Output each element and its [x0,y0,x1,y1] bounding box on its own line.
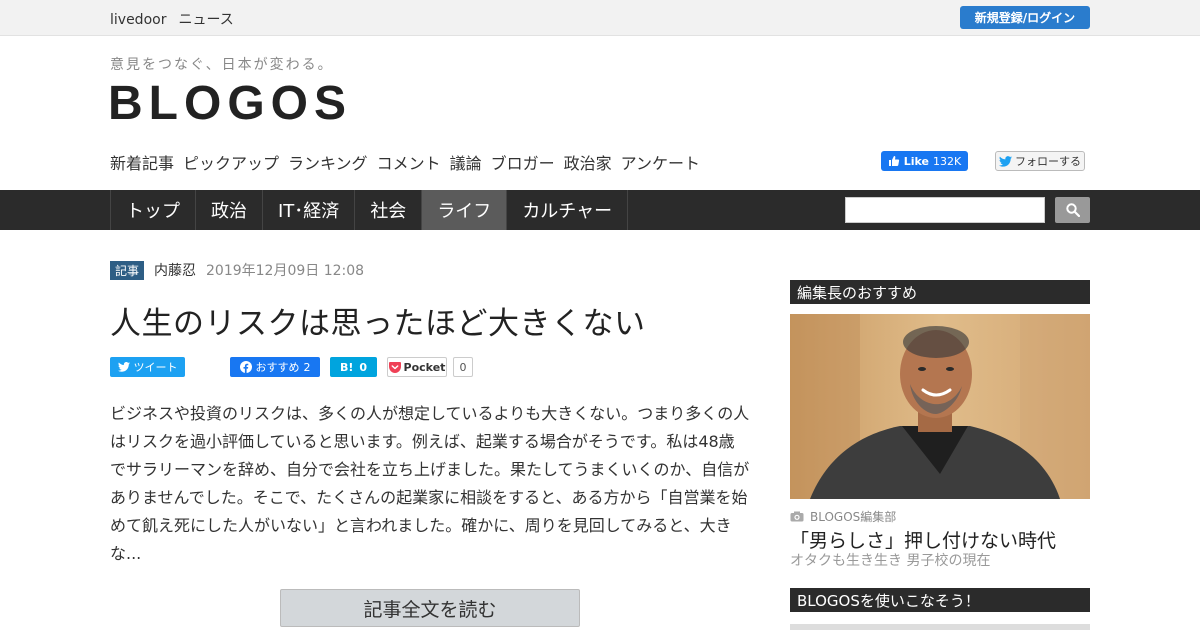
search-button[interactable] [1055,197,1090,223]
sub-navigation: 新着記事 ピックアップ ランキング コメント 議論 ブロガー 政治家 アンケート [110,150,700,174]
thumbs-up-icon [888,156,899,166]
read-full-article-button[interactable]: 記事全文を読む [280,589,580,627]
twitter-follow-label: フォローする [1015,155,1081,168]
subnav-ranking[interactable]: ランキング [288,150,368,174]
facebook-recommend-count: 2 [303,360,311,374]
hatena-label: B! [339,360,354,374]
facebook-recommend-button[interactable]: おすすめ 2 [230,357,320,377]
excerpt-line: めて飢え死にした人がいない」と言われました。確かに、周りを見回してみると、大き [110,516,732,535]
excerpt-line: ありませんでした。そこで、たくさんの起業家に相談をすると、ある方から「自営業を始 [110,488,748,507]
subnav-new-articles[interactable]: 新着記事 [110,150,174,174]
feature-photo-image [790,314,1090,499]
article-title: 人生のリスクは思ったほど大きくない [110,306,646,342]
editor-picks-heading: 編集長のおすすめ [790,280,1090,304]
feature-title[interactable]: 「男らしさ」押し付けない時代 [790,526,1056,553]
excerpt-line: はリスクを過小評価していると思います。例えば、起業する場合がそうです。私は48歳 [110,432,735,451]
search-icon [1065,203,1080,217]
top-bar: livedoor ニュース 新規登録/ログイン [0,0,1200,36]
facebook-recommend-label: おすすめ [255,361,300,374]
site-header: 意見をつなぐ、日本が変わる。 BLOGOS 新着記事 ピックアップ ランキング … [0,36,1200,190]
twitter-bird-icon [999,155,1012,167]
facebook-like-button[interactable]: Like 132K [881,151,968,171]
feature-subtitle[interactable]: オタクも生き生き 男子校の現在 [790,550,990,570]
twitter-follow-button[interactable]: フォローする [995,151,1085,171]
camera-icon [790,511,804,522]
tab-society[interactable]: 社会 [355,190,423,230]
feature-author-name[interactable]: BLOGOS編集部 [810,508,896,525]
site-brand[interactable]: livedoor ニュース [110,9,246,29]
site-tagline: 意見をつなぐ、日本が変わる。 [110,57,334,73]
tab-life[interactable]: ライフ [422,190,508,230]
subnav-debate[interactable]: 議論 [450,150,482,174]
main-navigation: トップ 政治 IT･経済 社会 ライフ カルチャー [0,190,1200,230]
register-login-button[interactable]: 新規登録/ログイン [960,6,1090,29]
pocket-button[interactable]: Pocket [387,357,447,377]
tab-it-economy[interactable]: IT･経済 [263,190,356,230]
excerpt-line: ビジネスや投資のリスクは、多くの人が想定しているよりも大きくない。つまり多くの人 [110,404,750,423]
tweet-label: ツイート [133,361,178,374]
article-type-badge: 記事 [110,260,145,280]
brand-livedoor[interactable]: livedoor [110,12,166,28]
tab-culture[interactable]: カルチャー [507,190,629,230]
subnav-survey[interactable]: アンケート [621,150,700,174]
pocket-label: Pocket [403,360,446,374]
subnav-politicians[interactable]: 政治家 [564,150,612,174]
brand-news[interactable]: ニュース [178,12,233,28]
use-blogos-heading: BLOGOSを使いこなそう！ [790,588,1090,612]
tab-top[interactable]: トップ [111,190,196,230]
feature-photo[interactable] [790,314,1090,499]
excerpt-line: な... [110,544,142,563]
article-author[interactable]: 内藤忍 [154,260,196,280]
pocket-count: 0 [453,357,473,377]
article-excerpt: ビジネスや投資のリスクは、多くの人が想定しているよりも大きくない。つまり多くの人… [110,400,755,568]
facebook-icon [239,361,252,373]
excerpt-line: でサラリーマンを辞め、自分で会社を立ち上げました。果たしてうまくいくのか、自信が [110,460,750,479]
tweet-button[interactable]: ツイート [110,357,185,377]
facebook-like-label: Like [903,154,930,168]
site-logo[interactable]: BLOGOS [108,76,352,131]
use-blogos-content-edge [790,624,1090,630]
hatena-bookmark-button[interactable]: B! 0 [330,357,377,377]
tab-politics[interactable]: 政治 [196,190,263,230]
hatena-count: 0 [359,360,368,374]
search-input[interactable] [845,197,1045,223]
facebook-like-count: 132K [933,154,962,168]
subnav-bloggers[interactable]: ブロガー [491,150,555,174]
article-meta: 記事 内藤忍 2019年12月09日 12:08 [110,260,364,280]
pocket-icon [388,361,401,373]
subnav-pickup[interactable]: ピックアップ [183,150,279,174]
category-tabs: トップ 政治 IT･経済 社会 ライフ カルチャー [110,190,629,230]
article-date: 2019年12月09日 12:08 [206,263,365,279]
twitter-bird-icon [117,362,130,372]
subnav-comments[interactable]: コメント [377,150,441,174]
feature-author: BLOGOS編集部 [790,508,896,525]
